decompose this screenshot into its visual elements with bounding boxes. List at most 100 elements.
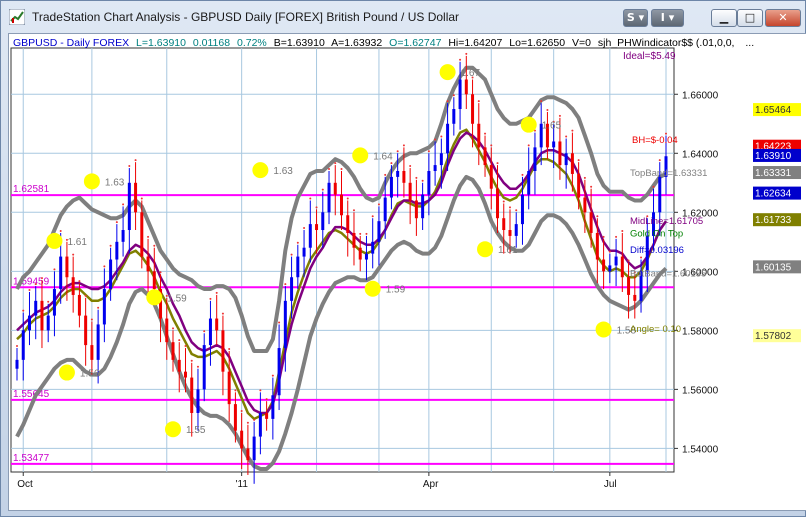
signal-dot (278, 321, 281, 324)
chart-area[interactable]: 1.62581 1.59459 1.55645 1.53477 1.61 1.56 1.6… (8, 33, 806, 511)
price-bar (483, 132, 487, 177)
indicator-name: sjh_PHWindicator$$ (.01,0,0, (598, 37, 735, 49)
signal-dot (184, 345, 187, 348)
signal-dot (515, 209, 518, 212)
price-bar-body (414, 200, 418, 219)
price-bar (84, 294, 88, 366)
signal-dot (271, 374, 274, 377)
s-menu-button[interactable]: S ▾ (623, 9, 648, 27)
x-tick-label: '11 (236, 479, 249, 490)
signal-dot (140, 197, 143, 200)
price-bar-body (352, 232, 356, 248)
swing-point-label: 1.64 (373, 151, 393, 162)
price-bar (477, 100, 481, 166)
price-bar-body (165, 318, 169, 343)
signal-dot (172, 327, 175, 330)
signal-dot (221, 312, 224, 315)
minimize-button[interactable]: ▁ (711, 9, 737, 27)
signal-dot (384, 173, 387, 176)
price-bar-body (77, 294, 81, 316)
price-bar-body (15, 359, 19, 369)
price-bar-body (290, 277, 294, 301)
signal-dot (434, 138, 437, 141)
price-bar-body (471, 94, 475, 124)
signal-dot (72, 253, 75, 256)
price-chart[interactable]: 1.625811.594591.556451.53477 1.611.561.6… (9, 34, 806, 510)
signal-dot (452, 94, 455, 97)
close-button[interactable]: ✕ (765, 9, 801, 27)
signal-dot (16, 345, 18, 348)
signal-dot (652, 185, 655, 188)
i-menu-label: I (660, 11, 665, 24)
price-bar-body (215, 318, 219, 331)
open-price: O=1.62747 (389, 37, 441, 49)
price-bar-body (52, 289, 56, 316)
price-bar-body (146, 256, 150, 272)
price-tag-label: 1.65464 (755, 105, 792, 116)
swing-point-dot (477, 241, 494, 258)
signal-dot (602, 235, 605, 238)
support-resistance-label: 1.53477 (13, 453, 50, 464)
price-bar (240, 409, 244, 470)
s-menu-label: S (626, 11, 635, 24)
price-bar-body (208, 318, 212, 346)
signal-dot (122, 203, 125, 206)
price-bar-body (258, 412, 262, 437)
indicator-annotation: MidLine=1.61705 (630, 216, 703, 227)
signal-dot (109, 244, 112, 247)
signal-dot (34, 283, 37, 286)
y-tick-label: 1.56000 (682, 385, 719, 396)
i-menu-button[interactable]: I ▾ (651, 9, 684, 27)
indicator-annotation: BotBand=1.60135 (630, 268, 706, 279)
price-bar-body (477, 123, 481, 148)
signal-dot (427, 150, 430, 153)
signal-dot (303, 227, 306, 230)
signal-dot (328, 167, 331, 170)
signal-dot (352, 209, 355, 212)
window-title: TradeStation Chart Analysis - GBPUSD Dai… (32, 10, 460, 24)
swing-point-dot (165, 421, 182, 438)
signal-dot (608, 250, 611, 253)
signal-dot (246, 421, 249, 424)
price-bar-body (446, 123, 450, 154)
price-bar-body (408, 182, 412, 201)
price-bar-body (633, 294, 637, 301)
s-dropdown-arrow-icon: ▾ (638, 11, 645, 24)
price-bar (408, 165, 412, 225)
price-bar-body (433, 165, 437, 171)
swing-point-dot (439, 64, 456, 81)
signal-dot (22, 309, 25, 312)
signal-dot (309, 197, 312, 200)
maximize-button[interactable]: □ (737, 9, 763, 27)
title-bar[interactable]: TradeStation Chart Analysis - GBPUSD Dai… (1, 1, 806, 33)
price-bar (127, 165, 131, 254)
signal-dot (484, 132, 487, 135)
signal-dot (315, 206, 318, 209)
price-bar-body (302, 247, 306, 257)
maximize-icon: □ (744, 11, 756, 24)
price-bar (514, 209, 518, 248)
volume: V=0 (572, 37, 591, 49)
signal-dot (115, 221, 118, 224)
price-bar-body (602, 259, 606, 272)
signal-dot (558, 114, 561, 117)
swing-point-dot (83, 173, 100, 190)
price-bar (327, 167, 331, 225)
price-tag-label: 1.63910 (755, 151, 792, 162)
price-bar-body (583, 197, 587, 213)
price-bar (146, 235, 150, 292)
price-bar-body (271, 395, 275, 419)
price-bar (171, 327, 175, 372)
signal-dot (490, 144, 493, 147)
swing-point-label: 1.59 (386, 285, 406, 296)
price-bar (614, 235, 618, 287)
axes-layer: 1.660001.640001.620001.600001.580001.560… (17, 90, 801, 490)
price-bar (315, 206, 319, 254)
price-bar-body (383, 197, 387, 222)
price-bar-body (452, 109, 456, 124)
price-bar (277, 321, 281, 411)
price-bar-body (327, 182, 331, 213)
signal-dot (321, 188, 324, 191)
swing-point-dot (58, 364, 75, 381)
swing-point-label: 1.61 (67, 237, 87, 248)
